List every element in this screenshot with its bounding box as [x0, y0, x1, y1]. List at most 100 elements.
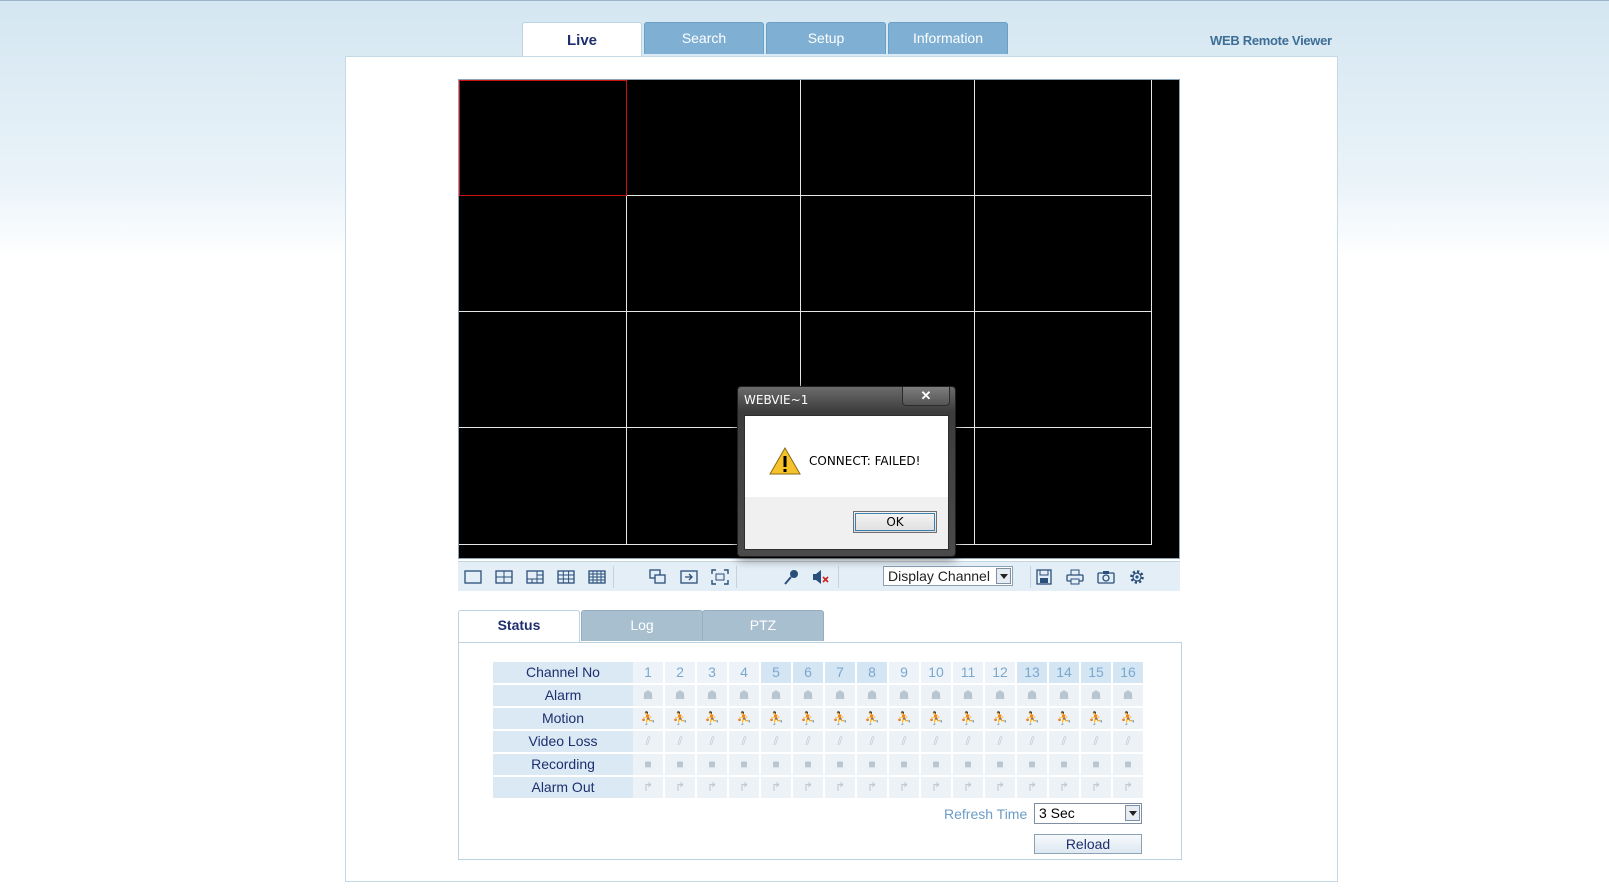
chevron-down-icon [996, 568, 1011, 584]
tab-live[interactable]: Live [522, 22, 642, 57]
video-cell[interactable] [627, 196, 801, 312]
brand-title: WEB Remote Viewer [1210, 33, 1332, 48]
channel-number: 2 [665, 662, 695, 683]
print-icon[interactable] [1064, 567, 1086, 587]
video-loss-icon: ⫽ [1049, 731, 1079, 752]
video-cell[interactable] [459, 312, 627, 428]
recording-icon: ■ [857, 754, 887, 775]
channel-number: 1 [633, 662, 663, 683]
chevron-down-icon [1125, 805, 1140, 821]
status-row-label: Video Loss [493, 731, 633, 752]
reload-button[interactable]: Reload [1034, 834, 1142, 854]
layout-4-icon[interactable] [493, 567, 515, 587]
video-loss-icon: ⫽ [857, 731, 887, 752]
channel-number: 5 [761, 662, 791, 683]
alarm-icon: ☗ [953, 685, 983, 706]
recording-icon: ■ [633, 754, 663, 775]
video-cell[interactable] [801, 196, 975, 312]
motion-icon: ⛹ [857, 708, 887, 729]
video-cell[interactable] [459, 428, 627, 545]
layout-9-icon[interactable] [555, 567, 577, 587]
channel-number: 4 [729, 662, 759, 683]
tab-information[interactable]: Information [888, 22, 1008, 54]
alarm-out-icon: ↱ [665, 777, 695, 798]
dialog-body: CONNECT: FAILED! OK [744, 415, 949, 550]
display-channel-select[interactable]: Display Channel [883, 566, 1013, 586]
refresh-time-label: Refresh Time [944, 806, 1028, 822]
recording-icon: ■ [665, 754, 695, 775]
sequence-icon[interactable] [647, 567, 669, 587]
refresh-time-value: 3 Sec [1039, 805, 1075, 821]
recording-icon: ■ [1081, 754, 1111, 775]
alarm-icon: ☗ [633, 685, 663, 706]
video-loss-icon: ⫽ [1017, 731, 1047, 752]
motion-icon: ⛹ [825, 708, 855, 729]
camera-snapshot-icon[interactable] [1095, 567, 1117, 587]
alarm-out-icon: ↱ [793, 777, 823, 798]
video-loss-icon: ⫽ [889, 731, 919, 752]
layout-16-icon[interactable] [586, 567, 608, 587]
video-loss-icon: ⫽ [1113, 731, 1143, 752]
warning-icon [769, 446, 801, 481]
tab-log[interactable]: Log [581, 610, 703, 641]
tab-search[interactable]: Search [644, 22, 764, 54]
motion-icon: ⛹ [889, 708, 919, 729]
layout-1-icon[interactable] [462, 567, 484, 587]
motion-icon: ⛹ [1081, 708, 1111, 729]
tab-setup[interactable]: Setup [766, 22, 886, 54]
alarm-icon: ☗ [697, 685, 727, 706]
video-cell[interactable] [975, 312, 1152, 428]
channel-number: 12 [985, 662, 1015, 683]
tab-ptz[interactable]: PTZ [702, 610, 824, 641]
alarm-out-icon: ↱ [1081, 777, 1111, 798]
alarm-out-icon: ↱ [953, 777, 983, 798]
status-row-label: Motion [493, 708, 633, 729]
microphone-icon[interactable] [780, 567, 802, 587]
fullscreen-icon[interactable] [709, 567, 731, 587]
motion-icon: ⛹ [633, 708, 663, 729]
speaker-mute-icon[interactable] [810, 567, 832, 587]
layout-6-icon[interactable] [524, 567, 546, 587]
settings-gear-icon[interactable] [1126, 567, 1148, 587]
video-cell[interactable] [801, 80, 975, 196]
video-cell[interactable] [459, 196, 627, 312]
motion-icon: ⛹ [793, 708, 823, 729]
video-loss-icon: ⫽ [729, 731, 759, 752]
channel-number: 16 [1113, 662, 1143, 683]
alarm-icon: ☗ [665, 685, 695, 706]
video-cell[interactable] [975, 428, 1152, 545]
alarm-out-icon: ↱ [729, 777, 759, 798]
ok-button[interactable]: OK [853, 511, 937, 533]
next-channel-icon[interactable] [678, 567, 700, 587]
recording-icon: ■ [985, 754, 1015, 775]
alarm-icon: ☗ [729, 685, 759, 706]
toolbar-divider [736, 566, 737, 588]
close-icon[interactable]: ✕ [902, 387, 950, 406]
video-loss-icon: ⫽ [665, 731, 695, 752]
channel-number: 8 [857, 662, 887, 683]
channel-number: 9 [889, 662, 919, 683]
motion-icon: ⛹ [761, 708, 791, 729]
recording-icon: ■ [793, 754, 823, 775]
save-icon[interactable] [1033, 567, 1055, 587]
alarm-out-icon: ↱ [1049, 777, 1079, 798]
channel-number: 14 [1049, 662, 1079, 683]
motion-icon: ⛹ [729, 708, 759, 729]
toolbar-divider [838, 566, 839, 588]
dialog-title: WEBVIE~1 [744, 393, 809, 407]
alarm-out-icon: ↱ [985, 777, 1015, 798]
channel-number: 10 [921, 662, 951, 683]
video-cell[interactable] [459, 80, 627, 196]
alarm-out-icon: ↱ [633, 777, 663, 798]
video-cell[interactable] [975, 80, 1152, 196]
status-row-label: Recording [493, 754, 633, 775]
video-cell[interactable] [975, 196, 1152, 312]
refresh-time-select[interactable]: 3 Sec [1034, 803, 1142, 824]
recording-icon: ■ [697, 754, 727, 775]
video-loss-icon: ⫽ [985, 731, 1015, 752]
video-cell[interactable] [627, 80, 801, 196]
motion-icon: ⛹ [985, 708, 1015, 729]
alarm-icon: ☗ [1049, 685, 1079, 706]
motion-icon: ⛹ [953, 708, 983, 729]
tab-status[interactable]: Status [458, 610, 580, 644]
